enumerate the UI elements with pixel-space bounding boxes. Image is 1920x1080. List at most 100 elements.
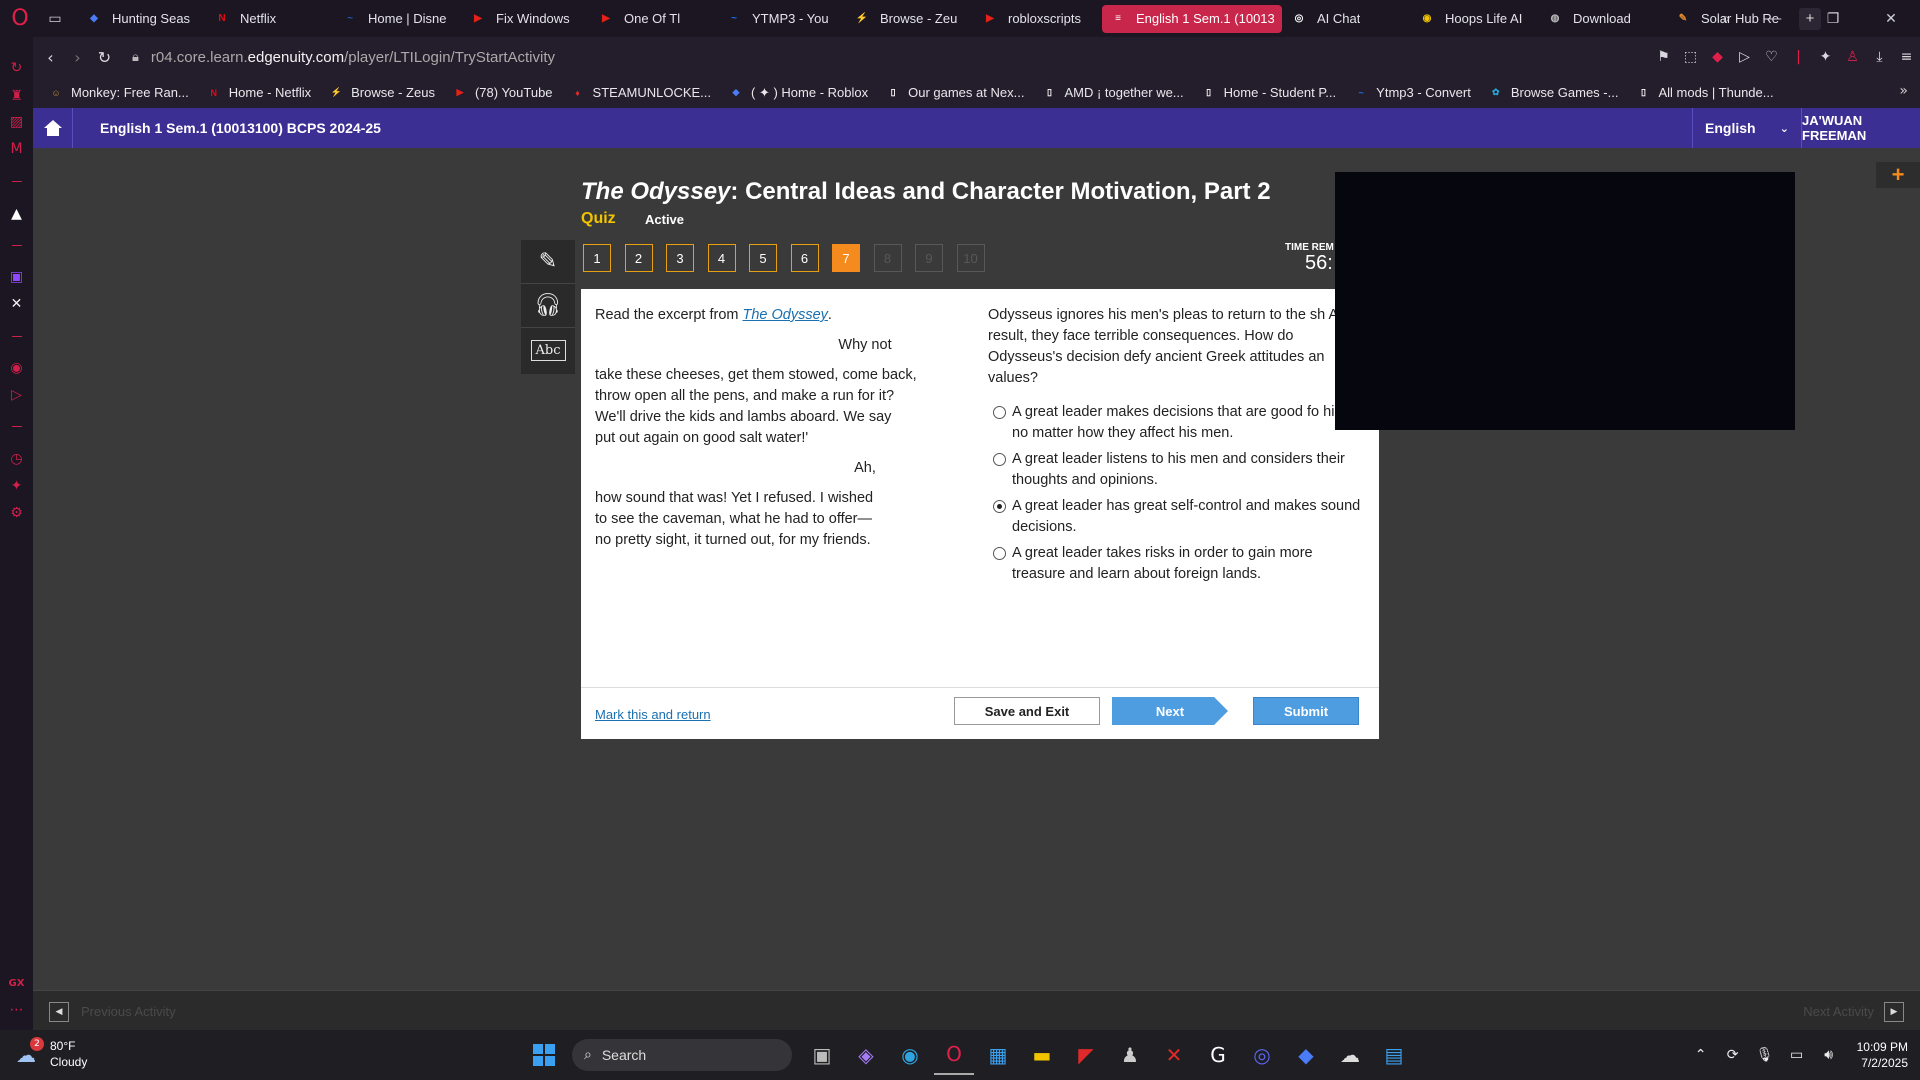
game-icon[interactable]: ♜ — [6, 85, 27, 106]
bookmark-item[interactable]: ✿ Browse Games -... — [1489, 85, 1618, 100]
weather-widget[interactable]: ☁ 2 80°F Cloudy — [16, 1037, 87, 1070]
tab-search-icon[interactable]: ⌕ — [1706, 0, 1746, 37]
language-select[interactable]: English ⌄ — [1692, 108, 1802, 148]
reload-icon[interactable]: ↻ — [91, 42, 118, 72]
notepad-icon[interactable]: ▤ — [1374, 1035, 1414, 1075]
history-icon[interactable]: ◷ — [6, 448, 27, 469]
bookmark-item[interactable]: ⚡ Browse - Zeus — [329, 85, 435, 100]
mark-and-return-link[interactable]: Mark this and return — [595, 707, 711, 722]
extensions-icon[interactable]: ✦ — [6, 475, 27, 496]
browser-tab[interactable]: ▶ Fix Windows — [462, 5, 589, 33]
gx-icon[interactable]: GX — [6, 973, 27, 994]
discord-icon[interactable]: ◎ — [1242, 1035, 1282, 1075]
roblox-icon[interactable]: ◆ — [1286, 1035, 1326, 1075]
bookmark-item[interactable]: ◆ ( ✦ ) Home - Roblox — [729, 85, 869, 101]
bookmark-item[interactable]: ▶ (78) YouTube — [453, 85, 552, 100]
bookmark-item[interactable]: ▯ AMD ¡ together we... — [1042, 85, 1184, 100]
chevron-up-icon[interactable]: ⌃ — [1685, 1047, 1717, 1063]
clock[interactable]: 10:09 PM 7/2/2025 — [1857, 1039, 1908, 1071]
file-explorer-icon[interactable]: ▬ — [1022, 1035, 1062, 1075]
bookmark-icon[interactable]: ⚑ — [1650, 42, 1677, 72]
figure-icon[interactable]: ♟ — [1110, 1035, 1150, 1075]
question-7-button[interactable]: 7 — [832, 244, 860, 272]
restore-icon[interactable]: ❐ — [1804, 0, 1862, 37]
network-icon[interactable]: ▭ — [1781, 1047, 1813, 1063]
answer-option[interactable]: A great leader has great self-control an… — [988, 496, 1368, 538]
adblock-icon[interactable]: ◆ — [1704, 42, 1731, 72]
browser-tab[interactable]: ~ Home | Disne — [334, 5, 461, 33]
bookmark-item[interactable]: ~ Ytmp3 - Convert — [1354, 85, 1471, 100]
sync-icon[interactable]: ⟳ — [1717, 1047, 1749, 1063]
browser-tab[interactable]: ⚡ Browse - Zeu — [846, 5, 973, 33]
back-icon[interactable]: ‹ — [37, 42, 64, 72]
player-icon[interactable]: ◉ — [6, 357, 27, 378]
bookmark-item[interactable]: ▯ Home - Student P... — [1202, 85, 1336, 100]
browser-tab[interactable]: ◉ Hoops Life AI — [1411, 5, 1538, 33]
answer-option[interactable]: A great leader takes risks in order to g… — [988, 543, 1368, 585]
radio-button[interactable] — [993, 453, 1006, 466]
minimize-icon[interactable]: — — [1746, 0, 1804, 37]
next-activity-button[interactable]: ▶ — [1884, 1002, 1904, 1022]
question-3-button[interactable]: 3 — [666, 244, 694, 272]
user-name[interactable]: JA'WUAN FREEMAN — [1802, 108, 1920, 148]
next-button[interactable]: Next — [1112, 697, 1228, 725]
microphone-icon[interactable]: 🎙︎ — [1749, 1047, 1781, 1063]
play-icon[interactable]: ▷ — [6, 384, 27, 405]
task-view-icon[interactable]: ▣ — [802, 1035, 842, 1075]
windows-start-icon[interactable] — [524, 1035, 564, 1075]
url-field[interactable]: r04.core.learn.edgenuity.com/player/LTIL… — [151, 49, 555, 66]
bookmark-item[interactable]: N Home - Netflix — [207, 85, 312, 100]
dictionary-icon[interactable]: Abc — [521, 328, 575, 372]
odyssey-link[interactable]: The Odyssey — [743, 307, 828, 323]
x-app-icon[interactable]: ✕ — [1154, 1035, 1194, 1075]
radio-button[interactable] — [993, 500, 1006, 513]
tab-overview-icon[interactable]: ▭ — [40, 0, 70, 37]
submit-button[interactable]: Submit — [1253, 697, 1359, 725]
gmail-icon[interactable]: M — [6, 138, 27, 159]
snapshot-icon[interactable]: ⬚ — [1677, 42, 1704, 72]
player-icon[interactable]: ▷ — [1731, 42, 1758, 72]
question-4-button[interactable]: 4 — [707, 244, 736, 272]
taskbar-search[interactable]: ⌕ Search — [572, 1039, 792, 1071]
cloud-app-icon[interactable]: ☁ — [1330, 1035, 1370, 1075]
bookmark-item[interactable]: ▯ All mods | Thunde... — [1636, 85, 1774, 100]
edge-icon[interactable]: ◉ — [890, 1035, 930, 1075]
bookmark-item[interactable]: ☺ Monkey: Free Ran... — [49, 85, 188, 100]
browser-tab[interactable]: ≡ English 1 Sem.1 (1001310 — [1102, 4, 1282, 33]
download-icon[interactable]: ⤓ — [1866, 42, 1893, 72]
bookmark-item[interactable]: ♦ STEAMUNLOCKE... — [571, 85, 711, 100]
answer-option[interactable]: A great leader listens to his men and co… — [988, 449, 1368, 491]
copilot-icon[interactable]: ◈ — [846, 1035, 886, 1075]
pencil-icon[interactable]: ✎ — [521, 240, 575, 284]
store-icon[interactable]: ▦ — [978, 1035, 1018, 1075]
g-hub-icon[interactable]: G — [1198, 1035, 1238, 1075]
volume-icon[interactable]: 🔊︎ — [1813, 1047, 1845, 1063]
more-icon[interactable]: ⋯ — [6, 999, 27, 1020]
previous-activity-button[interactable]: ◀ — [49, 1002, 69, 1022]
opera-logo-icon[interactable]: O — [0, 0, 40, 37]
save-and-exit-button[interactable]: Save and Exit — [954, 697, 1100, 725]
menu-icon[interactable]: ≡ — [1893, 42, 1920, 72]
bookmark-item[interactable]: ▯ Our games at Nex... — [886, 85, 1025, 100]
redragon-icon[interactable]: ◤ — [1066, 1035, 1106, 1075]
browser-tab[interactable]: ◆ Hunting Seas — [78, 5, 205, 33]
opera-taskbar-icon[interactable]: O — [934, 1035, 974, 1075]
browser-tab[interactable]: N Netflix — [206, 5, 333, 33]
radio-button[interactable] — [993, 547, 1006, 560]
browser-tab[interactable]: ▶ One Of Tl — [590, 5, 717, 33]
question-1-button[interactable]: 1 — [583, 244, 611, 272]
browser-tab[interactable]: ▶ robloxscripts — [974, 5, 1101, 33]
answer-option[interactable]: A great leader makes decisions that are … — [988, 402, 1368, 444]
speed-dial-icon[interactable]: ↻ — [6, 57, 27, 78]
radio-button[interactable] — [993, 406, 1006, 419]
question-2-button[interactable]: 2 — [624, 244, 653, 272]
question-5-button[interactable]: 5 — [749, 244, 777, 272]
headphones-icon[interactable]: 🎧︎ — [521, 284, 575, 328]
browser-tab[interactable]: ~ YTMP3 - You — [718, 5, 845, 33]
profile-icon[interactable]: ♙ — [1839, 42, 1866, 72]
browser-tab[interactable]: ◎ AI Chat — [1283, 5, 1410, 33]
twitch-icon[interactable]: ▣ — [6, 266, 27, 287]
extensions-icon[interactable]: ✦ — [1812, 42, 1839, 72]
bookmarks-overflow-icon[interactable]: » — [1899, 83, 1908, 99]
question-6-button[interactable]: 6 — [790, 244, 819, 272]
